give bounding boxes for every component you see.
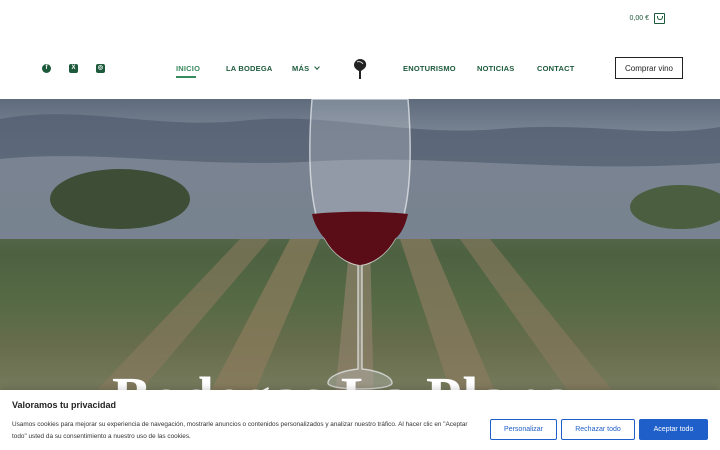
social-links: f X ◎ <box>42 64 105 73</box>
facebook-icon[interactable]: f <box>42 64 51 73</box>
cookie-consent-banner: Valoramos tu privacidad Usamos cookies p… <box>0 390 720 450</box>
nav-contact[interactable]: CONTACT <box>537 64 575 73</box>
instagram-icon[interactable]: ◎ <box>96 64 105 73</box>
nav-active-indicator <box>176 76 196 78</box>
cart-widget[interactable]: 0,00 € <box>630 13 665 24</box>
nav-noticias[interactable]: NOTICIAS <box>477 64 514 73</box>
nav-la-bodega[interactable]: LA BODEGA <box>226 64 273 73</box>
accept-all-button[interactable]: Aceptar todo <box>639 419 708 440</box>
shopping-bag-icon[interactable] <box>654 13 665 24</box>
x-icon[interactable]: X <box>69 64 78 73</box>
buy-wine-button[interactable]: Comprar vino <box>615 57 683 79</box>
cookie-title: Valoramos tu privacidad <box>12 400 117 410</box>
nav-mas-label: MÁS <box>292 64 310 73</box>
nav-inicio[interactable]: INICIO <box>176 64 200 73</box>
cookie-description: Usamos cookies para mejorar su experienc… <box>12 421 468 440</box>
nav-enoturismo[interactable]: ENOTURISMO <box>403 64 456 73</box>
reject-all-button[interactable]: Rechazar todo <box>561 419 635 440</box>
chevron-down-icon <box>314 64 321 70</box>
nav-mas[interactable]: MÁS <box>292 64 321 73</box>
personalize-button[interactable]: Personalizar <box>490 419 557 440</box>
winery-logo[interactable] <box>352 58 368 80</box>
site-header: 0,00 € f X ◎ INICIO LA BODEGA MÁS ENOTUR… <box>0 0 720 99</box>
cart-total: 0,00 € <box>629 15 649 22</box>
wine-glass-image <box>309 99 411 390</box>
